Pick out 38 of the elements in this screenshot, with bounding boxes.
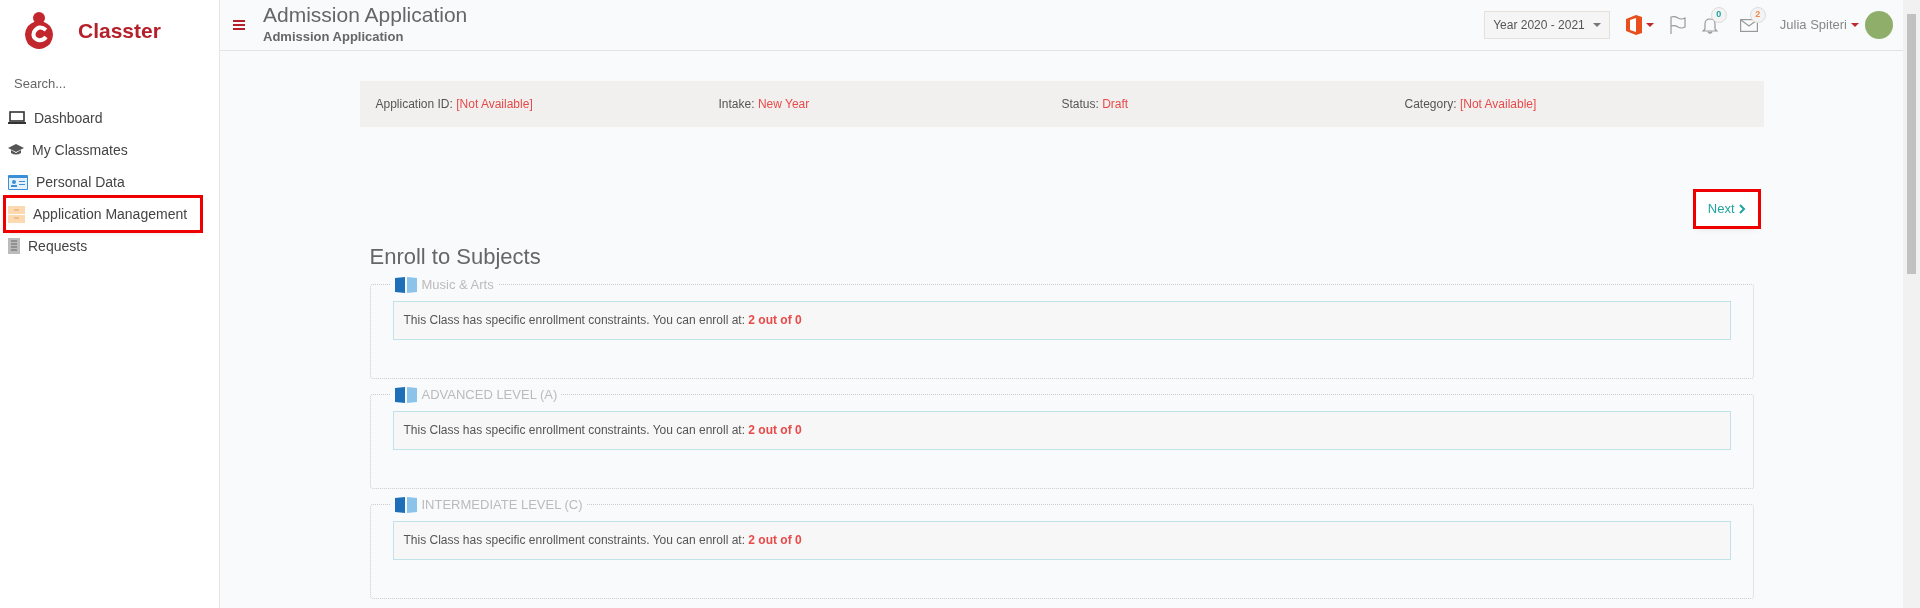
brand-name: Classter	[78, 18, 161, 45]
subject-name: Music & Arts	[421, 276, 494, 294]
enrollment-note: This Class has specific enrollment constraints. You can enroll at: 2 out of 0	[392, 520, 1731, 560]
menu-icon[interactable]	[233, 20, 245, 30]
envelope-icon[interactable]	[1739, 18, 1758, 32]
laptop-icon	[8, 111, 26, 125]
id-card-icon	[8, 174, 28, 190]
flag-icon[interactable]	[1669, 16, 1686, 34]
subject-name: ADVANCED LEVEL (A)	[421, 386, 558, 404]
info-field: Intake: New Year	[718, 95, 1062, 113]
info-field: Application ID: [Not Available]	[375, 95, 719, 113]
enrollment-note: This Class has specific enrollment constraints. You can enroll at: 2 out of 0	[392, 410, 1731, 450]
page-subtitle: Admission Application	[263, 28, 405, 47]
sidebar-item[interactable]: Requests	[6, 230, 213, 262]
sidebar-item[interactable]: My Classmates	[6, 134, 213, 166]
sidebar-item[interactable]: Dashboard	[6, 102, 213, 134]
book-icon	[394, 496, 417, 513]
list-icon	[8, 238, 20, 254]
book-icon	[394, 276, 417, 293]
bell-icon[interactable]	[1701, 16, 1718, 34]
page-title: Admission Application	[263, 3, 468, 28]
subject-name: INTERMEDIATE LEVEL (C)	[421, 496, 583, 514]
office-icon[interactable]	[1625, 15, 1654, 35]
avatar[interactable]	[1865, 11, 1893, 39]
enrollment-note: This Class has specific enrollment constraints. You can enroll at: 2 out of 0	[392, 300, 1731, 340]
graduation-cap-icon	[8, 144, 24, 156]
user-menu[interactable]: Julia Spiteri	[1779, 15, 1859, 35]
year-dropdown[interactable]: Year 2020 - 2021	[1484, 11, 1610, 39]
section-title: Enroll to Subjects	[369, 243, 542, 271]
sidebar-item[interactable]: Personal Data	[6, 166, 213, 198]
notification-count: 0	[1710, 7, 1727, 23]
info-field: Category: [Not Available]	[1404, 95, 1748, 113]
chevron-right-icon	[1738, 204, 1746, 214]
search-field[interactable]: Search...	[10, 72, 209, 94]
sidebar-item[interactable]: Application Management	[6, 198, 200, 230]
info-field: Status: Draft	[1061, 95, 1405, 113]
book-icon	[394, 386, 417, 403]
message-count: 2	[1749, 6, 1766, 23]
